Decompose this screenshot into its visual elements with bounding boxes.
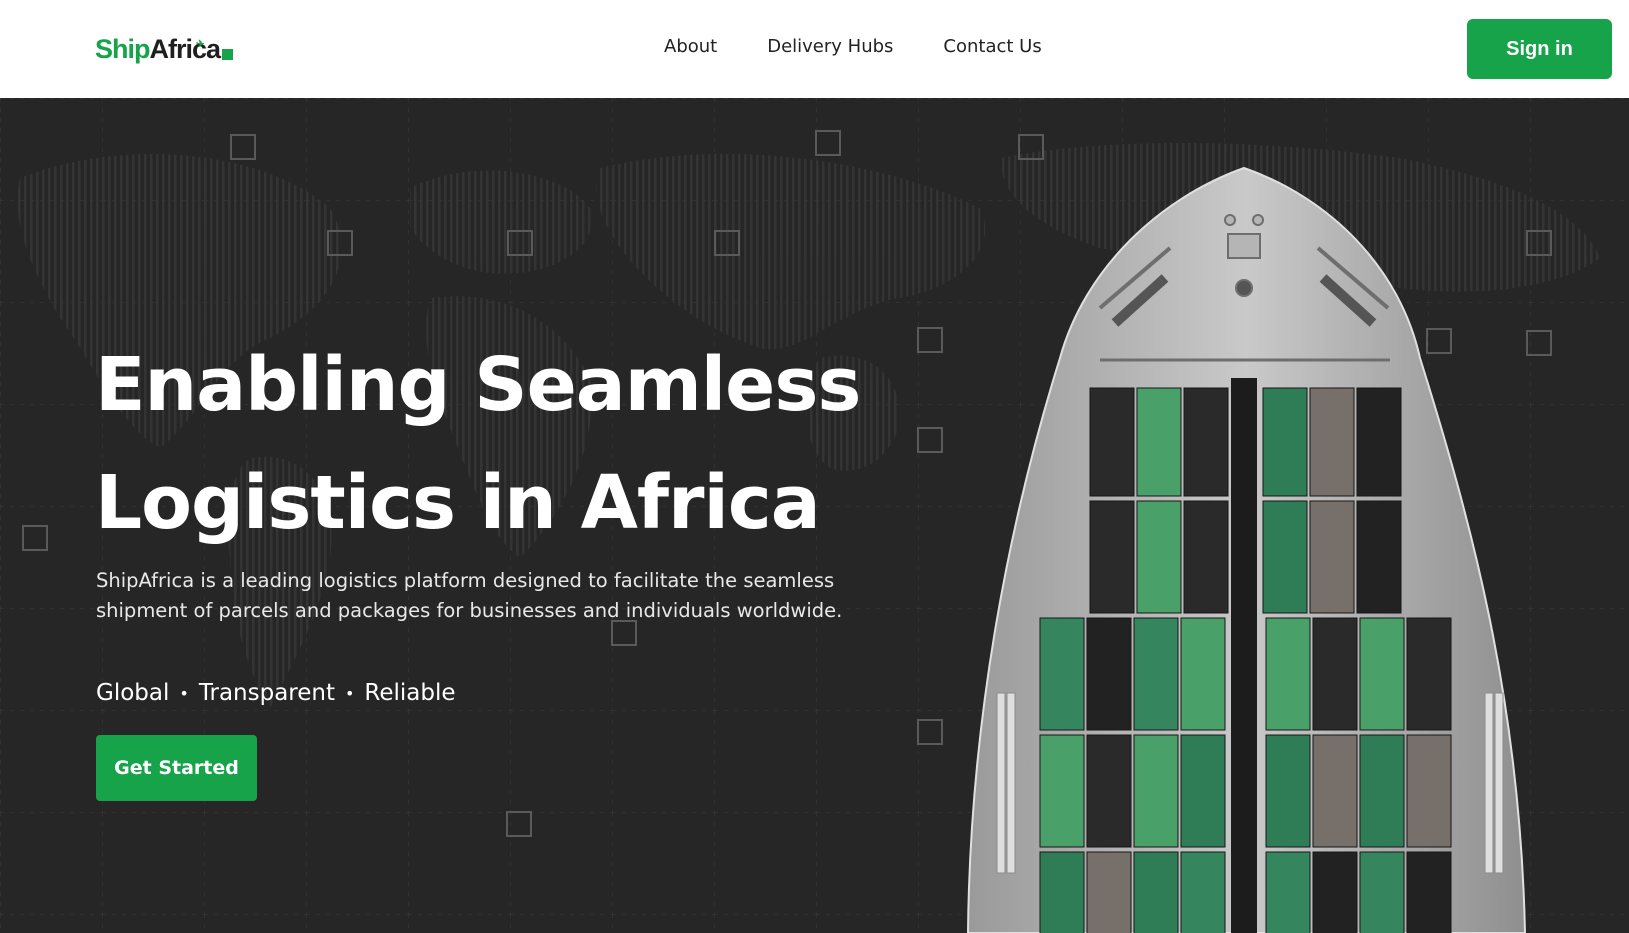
shipping-container xyxy=(1359,734,1405,848)
shipping-container xyxy=(1265,734,1311,848)
shipping-container xyxy=(1133,851,1179,933)
nav-link-delivery-hubs[interactable]: Delivery Hubs xyxy=(767,36,893,57)
shipping-container xyxy=(1180,617,1226,731)
shipping-container xyxy=(1089,500,1135,614)
shipping-container xyxy=(1089,387,1135,497)
shipping-container xyxy=(1136,387,1182,497)
brand-name-ship: Ship xyxy=(95,34,150,64)
shipping-container xyxy=(1359,851,1405,933)
nav-link-about[interactable]: About xyxy=(664,36,717,57)
tagline-global: Global xyxy=(96,680,170,706)
shipping-container xyxy=(1356,500,1402,614)
shipping-container xyxy=(1262,500,1308,614)
shipping-container xyxy=(1039,734,1085,848)
hero-headline-line2: Logistics in Africa xyxy=(95,460,821,546)
shipping-container xyxy=(1309,500,1355,614)
hero-headline: Enabling Seamless Logistics in Africa xyxy=(95,326,995,562)
hero-section: Enabling Seamless Logistics in Africa Sh… xyxy=(0,98,1629,933)
shipping-container xyxy=(1183,500,1229,614)
hero-tagline: Global • Transparent • Reliable xyxy=(96,680,456,706)
shipping-container xyxy=(1136,500,1182,614)
main-nav: About Delivery Hubs Contact Us xyxy=(664,36,1092,57)
shipping-container xyxy=(1406,734,1452,848)
shipping-container xyxy=(1312,851,1358,933)
shipping-container xyxy=(1086,617,1132,731)
tagline-separator: • xyxy=(179,683,189,703)
brand-name-africa: Africa xyxy=(149,34,222,64)
shipping-container xyxy=(1133,734,1179,848)
shipping-container xyxy=(1406,617,1452,731)
sign-in-button[interactable]: Sign in xyxy=(1467,19,1612,79)
shipping-container xyxy=(1039,851,1085,933)
shipping-container xyxy=(1406,851,1452,933)
nav-link-contact-us[interactable]: Contact Us xyxy=(943,36,1041,57)
tagline-separator: • xyxy=(344,683,355,703)
shipping-container xyxy=(1265,851,1311,933)
shipping-container xyxy=(1356,387,1402,497)
shipping-container xyxy=(1086,734,1132,848)
shipping-container xyxy=(1180,851,1226,933)
hero-headline-line1: Enabling Seamless xyxy=(95,342,861,428)
shipping-container xyxy=(1265,617,1311,731)
shipping-container xyxy=(1133,617,1179,731)
shipping-container xyxy=(1359,617,1405,731)
tagline-reliable: Reliable xyxy=(364,680,456,706)
plane-icon: ✈ xyxy=(196,39,205,50)
shipping-container xyxy=(1086,851,1132,933)
shipping-container xyxy=(1309,387,1355,497)
shipping-container xyxy=(1039,617,1085,731)
shipping-container xyxy=(1312,617,1358,731)
shipping-container xyxy=(1262,387,1308,497)
shipping-container xyxy=(1180,734,1226,848)
navbar: Ship Africa ✈ About Delivery Hubs Contact… xyxy=(0,0,1629,98)
shipping-container xyxy=(1183,387,1229,497)
get-started-button[interactable]: Get Started xyxy=(96,735,257,801)
hero-description: ShipAfrica is a leading logistics platfo… xyxy=(96,569,843,622)
shipping-container xyxy=(1312,734,1358,848)
brand-logo[interactable]: Ship Africa ✈ xyxy=(95,32,234,66)
tagline-transparent: Transparent xyxy=(198,680,335,706)
box-icon xyxy=(222,49,234,60)
